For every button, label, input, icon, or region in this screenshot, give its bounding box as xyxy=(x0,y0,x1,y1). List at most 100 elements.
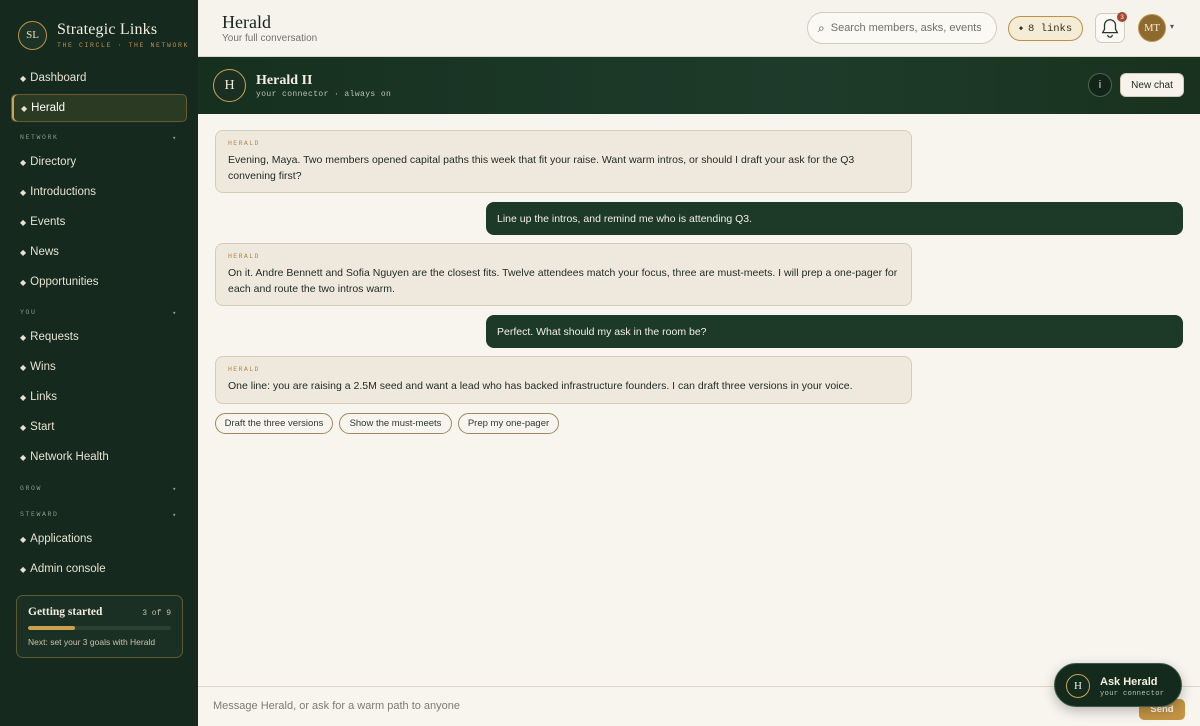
chevron-down-icon: ▾ xyxy=(172,310,178,318)
section-label: NETWORK xyxy=(20,134,59,141)
user-message: Line up the intros, and remind me who is… xyxy=(486,202,1183,235)
section-label: STEWARD xyxy=(20,511,59,518)
sidebar-item-label: Opportunities xyxy=(30,276,99,288)
assistant-subtitle: your connector · always on xyxy=(256,90,392,99)
assistant-message: HERALD One line: you are raising a 2.5M … xyxy=(215,356,912,404)
search-icon: ⌕ xyxy=(818,20,825,35)
sidebar-item-opportunities[interactable]: ◆ Opportunities xyxy=(11,268,187,296)
section-label: GROW xyxy=(20,485,43,492)
sidebar-item-label: Herald xyxy=(31,102,66,114)
diamond-icon: ◆ xyxy=(20,187,27,197)
suggestion-chip-draft-versions[interactable]: Draft the three versions xyxy=(215,413,333,434)
assistant-message: HERALD On it. Andre Bennett and Sofia Ng… xyxy=(215,243,912,306)
herald-avatar: H xyxy=(213,69,246,102)
info-button[interactable]: i xyxy=(1088,73,1112,97)
message-text: On it. Andre Bennett and Sofia Nguyen ar… xyxy=(228,267,898,295)
sidebar-item-introductions[interactable]: ◆ Introductions xyxy=(11,178,187,206)
section-steward[interactable]: STEWARD ▾ xyxy=(20,511,178,520)
page-title: Herald xyxy=(222,12,271,32)
topbar: Herald Your full conversation ⌕ ◆ 8 links… xyxy=(198,0,1200,57)
sidebar-item-label: Start xyxy=(30,421,55,433)
composer: Send xyxy=(198,686,1200,726)
diamond-icon: ◆ xyxy=(20,157,27,167)
chevron-down-icon: ▾ xyxy=(172,135,178,143)
progress-bar xyxy=(28,626,171,630)
sidebar-item-label: Admin console xyxy=(30,563,106,575)
diamond-icon: ◆ xyxy=(20,534,27,544)
sidebar-item-label: Links xyxy=(30,391,58,403)
sidebar-item-herald[interactable]: ◆ Herald xyxy=(11,94,187,122)
sidebar-item-applications[interactable]: ◆ Applications xyxy=(11,525,187,553)
section-grow[interactable]: GROW ▾ xyxy=(20,485,178,494)
diamond-icon: ◆ xyxy=(20,332,27,342)
brand-tagline: THE CIRCLE · THE NETWORK xyxy=(57,42,190,49)
sidebar-item-start[interactable]: ◆ Start xyxy=(11,413,187,441)
user-message: Perfect. What should my ask in the room … xyxy=(486,315,1183,348)
sidebar-item-label: Network Health xyxy=(30,451,109,463)
sidebar-item-admin-console[interactable]: ◆ Admin console xyxy=(11,555,187,583)
links-balance-button[interactable]: ◆ 8 links xyxy=(1008,16,1083,41)
ask-herald-subtitle: your connector xyxy=(1100,690,1165,698)
section-label: YOU xyxy=(20,309,37,316)
assistant-name: Herald II xyxy=(256,73,313,88)
message-input[interactable] xyxy=(213,700,1013,712)
sidebar-item-directory[interactable]: ◆ Directory xyxy=(11,148,187,176)
search-box[interactable]: ⌕ xyxy=(807,12,997,44)
new-chat-button[interactable]: New chat xyxy=(1120,73,1184,97)
brand-logo: SL xyxy=(18,20,47,50)
suggestion-chip-one-pager[interactable]: Prep my one-pager xyxy=(458,413,559,434)
sidebar-item-links[interactable]: ◆ Links xyxy=(11,383,187,411)
getting-started-count: 3 of 9 xyxy=(142,609,171,618)
diamond-icon: ◆ xyxy=(1018,25,1024,33)
sidebar-item-label: Directory xyxy=(30,156,77,168)
message-sender: HERALD xyxy=(228,253,260,260)
message-text: Perfect. What should my ask in the room … xyxy=(497,325,707,338)
ask-herald-button[interactable]: H Ask Herald your connector xyxy=(1054,663,1182,707)
getting-started-title: Getting started xyxy=(28,606,103,618)
page-subtitle: Your full conversation xyxy=(222,33,318,44)
diamond-icon: ◆ xyxy=(20,217,27,227)
search-input[interactable] xyxy=(830,22,981,34)
diamond-icon: ◆ xyxy=(20,277,27,287)
sidebar-item-news[interactable]: ◆ News xyxy=(11,238,187,266)
sidebar-item-wins[interactable]: ◆ Wins xyxy=(11,353,187,381)
chevron-down-icon[interactable]: ▾ xyxy=(1170,22,1174,31)
diamond-icon: ◆ xyxy=(21,103,28,113)
chevron-down-icon: ▾ xyxy=(172,486,178,494)
sidebar-item-label: News xyxy=(30,246,59,258)
message-text: One line: you are raising a 2.5M seed an… xyxy=(228,380,853,392)
sidebar-item-network-health[interactable]: ◆ Network Health xyxy=(11,443,187,471)
herald-avatar: H xyxy=(1066,674,1090,698)
progress-fill xyxy=(28,626,76,630)
suggestion-chip-must-meets[interactable]: Show the must-meets xyxy=(339,413,452,434)
links-balance: 8 links xyxy=(1028,22,1073,35)
sidebar-item-label: Introductions xyxy=(30,186,97,198)
ask-herald-title: Ask Herald xyxy=(1100,676,1158,688)
chat-header: H Herald II your connector · always on i… xyxy=(198,57,1200,114)
getting-started-next: Next: set your 3 goals with Herald xyxy=(28,637,156,647)
sidebar-item-events[interactable]: ◆ Events xyxy=(11,208,187,236)
sidebar-item-requests[interactable]: ◆ Requests xyxy=(11,323,187,351)
avatar[interactable]: MT xyxy=(1138,14,1166,42)
diamond-icon: ◆ xyxy=(20,362,27,372)
diamond-icon: ◆ xyxy=(20,452,27,462)
sidebar-item-label: Dashboard xyxy=(30,72,87,84)
message-sender: HERALD xyxy=(228,140,260,147)
diamond-icon: ◆ xyxy=(20,392,27,402)
diamond-icon: ◆ xyxy=(20,247,27,257)
getting-started-card[interactable]: Getting started 3 of 9 Next: set your 3 … xyxy=(16,595,183,658)
section-network[interactable]: NETWORK ▾ xyxy=(20,134,178,143)
diamond-icon: ◆ xyxy=(20,564,27,574)
sidebar-item-label: Wins xyxy=(30,361,56,373)
section-you[interactable]: YOU ▾ xyxy=(20,309,178,318)
assistant-message: HERALD Evening, Maya. Two members opened… xyxy=(215,130,912,193)
brand[interactable]: SL Strategic Links THE CIRCLE · THE NETW… xyxy=(0,0,198,70)
sidebar-item-dashboard[interactable]: ◆ Dashboard xyxy=(11,64,187,92)
message-text: Evening, Maya. Two members opened capita… xyxy=(228,154,855,182)
sidebar-item-label: Requests xyxy=(30,331,79,343)
sidebar-item-label: Applications xyxy=(30,533,93,545)
sidebar: SL Strategic Links THE CIRCLE · THE NETW… xyxy=(0,0,198,726)
message-sender: HERALD xyxy=(228,366,260,373)
sidebar-item-label: Events xyxy=(30,216,66,228)
brand-name: Strategic Links xyxy=(57,21,158,38)
